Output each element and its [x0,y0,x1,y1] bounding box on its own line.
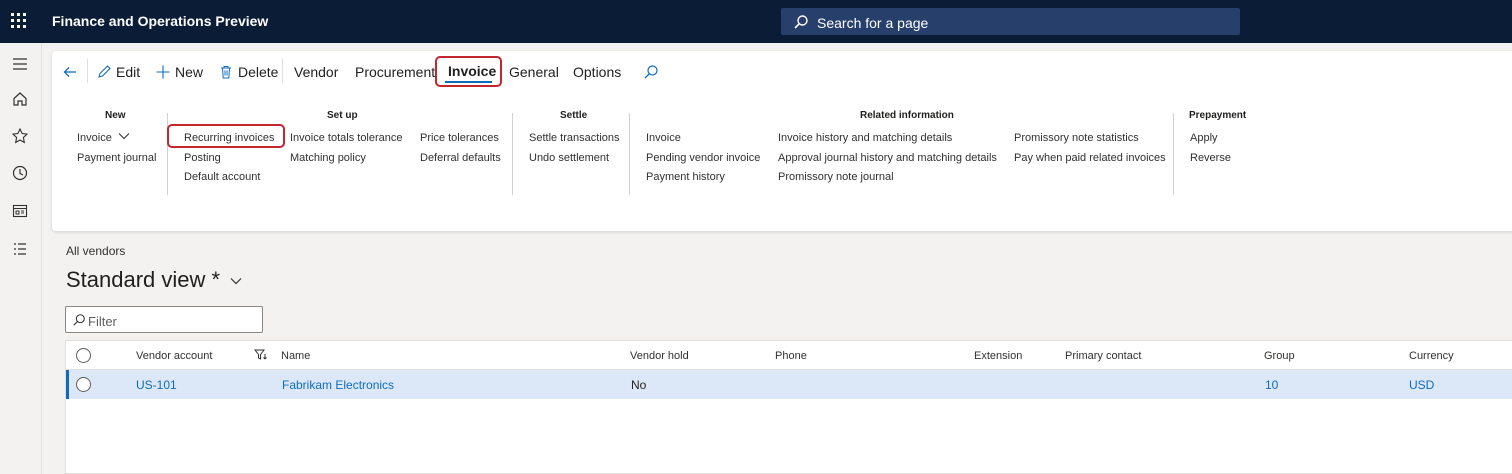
invoice-history-item[interactable]: Invoice history and matching details [778,132,952,144]
apply-item[interactable]: Apply [1190,132,1218,144]
favorites-star-icon[interactable] [11,127,29,145]
tab-vendor[interactable]: Vendor [294,63,338,81]
tab-invoice[interactable]: Invoice [435,56,502,87]
toolbar-divider [87,59,88,83]
recent-clock-icon[interactable] [11,164,29,182]
tab-options[interactable]: Options [573,63,621,81]
invoice-totals-tolerance-item[interactable]: Invoice totals tolerance [290,132,403,144]
edit-button[interactable]: Edit [96,63,140,81]
undo-settlement-item[interactable]: Undo settlement [529,152,609,164]
chevron-down-icon [118,133,130,140]
active-tab-indicator [445,81,492,83]
column-filter-icon[interactable] [254,349,268,361]
toolbar-divider [282,59,283,83]
vendor-hold-cell: No [631,378,647,392]
tab-invoice-label: Invoice [448,63,497,79]
vendor-name-link[interactable]: Fabrikam Electronics [282,378,394,392]
table-row[interactable]: US-101 Fabrikam Electronics No 10 USD [66,370,1512,399]
pending-vendor-invoice-item[interactable]: Pending vendor invoice [646,152,760,164]
tab-general[interactable]: General [509,63,559,81]
group-title-settle: Settle [560,110,588,121]
approval-journal-history-item[interactable]: Approval journal history and matching de… [778,152,997,164]
group-title-setup: Set up [327,110,358,121]
top-bar: Finance and Operations Preview Search fo… [0,0,1512,43]
delete-button[interactable]: Delete [218,63,278,81]
trash-icon [221,66,231,79]
currency-link[interactable]: USD [1409,378,1434,392]
default-account-item[interactable]: Default account [184,171,260,183]
pencil-icon [98,65,111,78]
breadcrumb: All vendors [66,244,126,258]
home-icon[interactable] [11,90,29,108]
action-pane: Edit New Delete Vendor Procurement Invoi… [52,51,1512,231]
workspaces-icon[interactable] [11,202,29,220]
column-header-primary-contact[interactable]: Primary contact [1065,350,1141,362]
column-header-name[interactable]: Name [281,350,310,362]
group-divider [512,113,513,195]
group-title-new: New [105,110,126,121]
left-navigation [0,43,42,474]
back-button[interactable] [62,63,82,81]
deferral-defaults-item[interactable]: Deferral defaults [420,152,501,164]
group-title-related: Related information [860,110,954,121]
price-tolerances-item[interactable]: Price tolerances [420,132,499,144]
row-select-radio[interactable] [76,377,91,392]
search-input[interactable]: Search for a page [781,8,1240,35]
new-label: New [175,64,204,80]
payment-history-item[interactable]: Payment history [646,171,725,183]
column-header-group[interactable]: Group [1264,350,1295,362]
search-placeholder: Search for a page [817,15,929,31]
view-selector[interactable]: Standard view * [66,267,242,293]
filter-placeholder: Filter [88,314,117,329]
edit-label: Edit [116,64,141,80]
promissory-note-journal-item[interactable]: Promissory note journal [778,171,894,183]
pay-when-paid-item[interactable]: Pay when paid related invoices [1014,152,1166,164]
reverse-item[interactable]: Reverse [1190,152,1231,164]
payment-journal-item[interactable]: Payment journal [77,152,157,164]
back-arrow-icon [63,67,76,77]
matching-policy-item[interactable]: Matching policy [290,152,366,164]
related-invoice-item[interactable]: Invoice [646,132,681,144]
search-icon [644,65,658,79]
column-header-currency[interactable]: Currency [1409,350,1454,362]
column-header-vendor-account[interactable]: Vendor account [136,350,212,362]
chevron-down-icon [230,278,242,285]
group-divider [629,113,630,195]
delete-label: Delete [238,64,279,80]
settle-transactions-item[interactable]: Settle transactions [529,132,620,144]
hamburger-menu-icon[interactable] [11,55,29,73]
column-header-extension[interactable]: Extension [974,350,1022,362]
grid-header: Vendor account Name Vendor hold Phone Ex… [66,341,1512,370]
modules-list-icon[interactable] [11,240,29,258]
group-link[interactable]: 10 [1265,378,1278,392]
promissory-note-statistics-item[interactable]: Promissory note statistics [1014,132,1139,144]
plus-icon [156,65,170,79]
posting-item[interactable]: Posting [184,152,221,164]
vendor-account-link[interactable]: US-101 [136,378,177,392]
search-icon [794,15,808,29]
invoice-dropdown-label: Invoice [77,132,112,144]
column-header-phone[interactable]: Phone [775,350,807,362]
tab-procurement[interactable]: Procurement [355,63,435,81]
select-all-radio[interactable] [76,348,91,363]
ribbon-search-button[interactable] [643,63,663,81]
recurring-invoices-item[interactable]: Recurring invoices [184,132,274,144]
column-header-vendor-hold[interactable]: Vendor hold [630,350,689,362]
app-title: Finance and Operations Preview [52,13,269,29]
view-title: Standard view * [66,267,221,292]
group-divider [1173,113,1174,195]
vendors-grid: Vendor account Name Vendor hold Phone Ex… [65,340,1512,474]
new-button[interactable]: New [155,63,203,81]
group-title-prepayment: Prepayment [1189,110,1247,121]
invoice-dropdown[interactable]: Invoice [77,132,130,144]
filter-search-icon [73,314,85,326]
filter-input[interactable]: Filter [65,306,263,333]
app-launcher-icon[interactable] [11,13,27,29]
